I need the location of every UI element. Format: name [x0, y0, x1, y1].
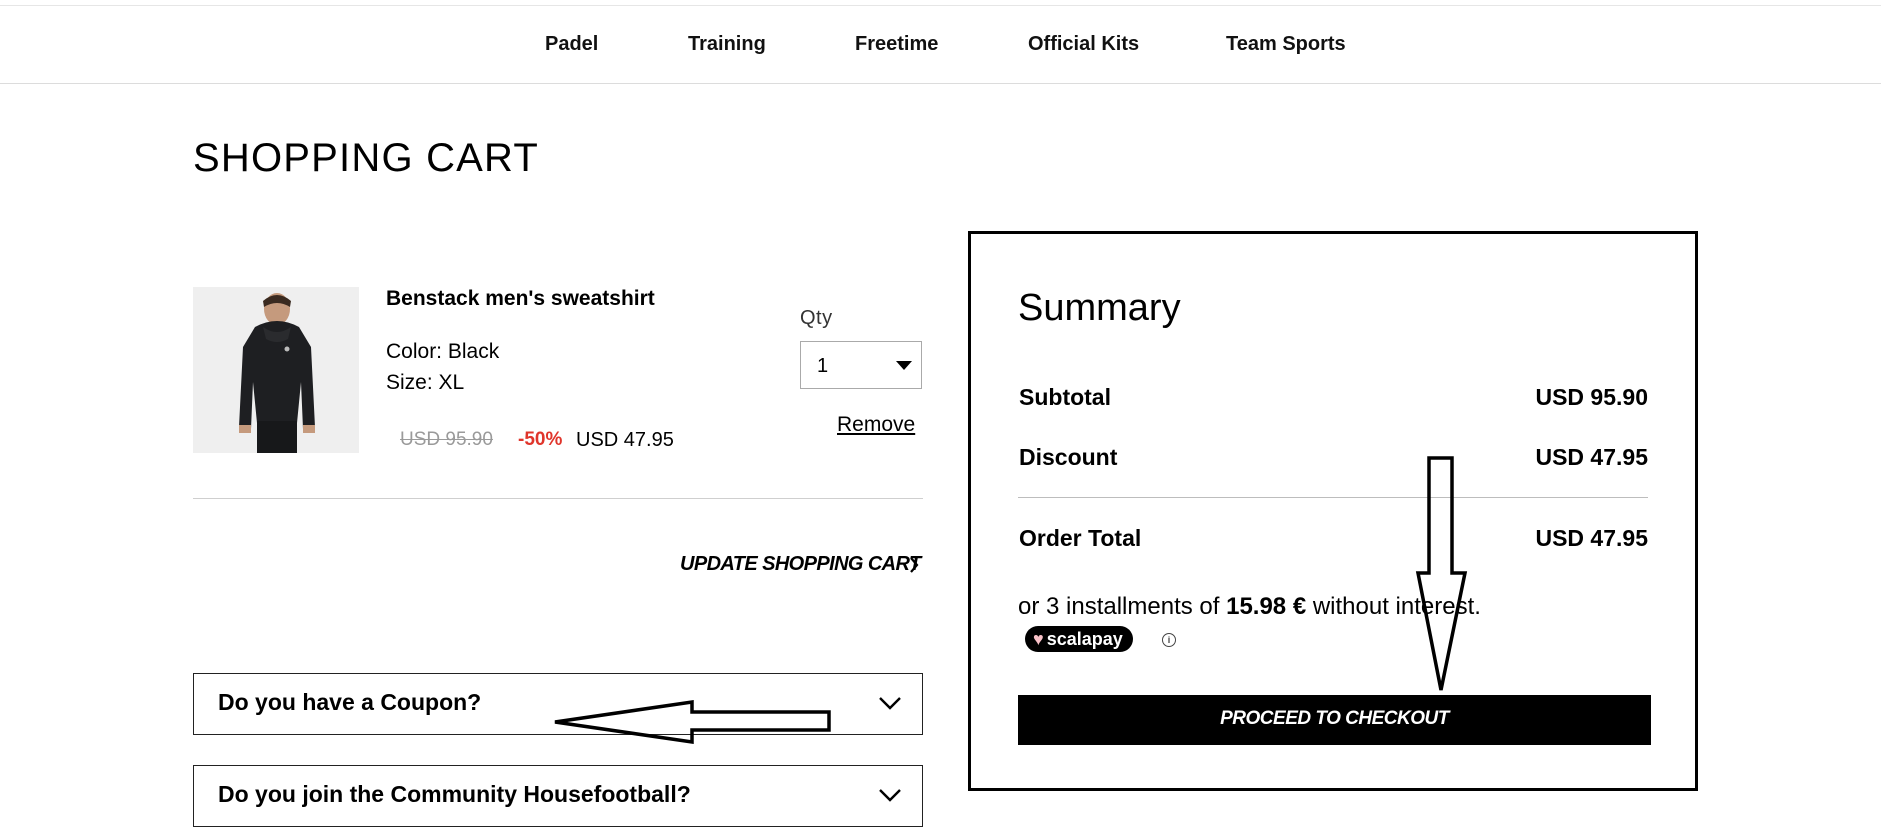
- sale-price: USD 47.95: [576, 429, 674, 451]
- nav-item-training[interactable]: Training: [688, 33, 766, 56]
- proceed-to-checkout-button[interactable]: PROCEED TO CHECKOUT: [1018, 695, 1651, 745]
- chevron-down-icon: [879, 789, 901, 802]
- hoodie-product-photo: [193, 287, 359, 453]
- coupon-accordion-label: Do you have a Coupon?: [218, 689, 482, 715]
- caret-down-icon: [896, 361, 912, 370]
- category-nav: Padel Training Freetime Official Kits Te…: [0, 5, 1881, 84]
- nav-item-team-sports[interactable]: Team Sports: [1226, 33, 1346, 56]
- product-color: Color: Black: [386, 340, 500, 363]
- discount-label: Discount: [1019, 444, 1118, 470]
- cart-divider: [193, 498, 923, 499]
- nav-item-official-kits[interactable]: Official Kits: [1028, 33, 1139, 56]
- scalapay-label: scalapay: [1046, 629, 1123, 649]
- installments-amount: 15.98 €: [1226, 593, 1307, 620]
- heart-icon: ♥: [1033, 629, 1044, 649]
- original-price: USD 95.90: [400, 429, 493, 450]
- discount-value: USD 47.95: [1535, 444, 1648, 470]
- community-accordion[interactable]: Do you join the Community Housefootball?: [193, 765, 923, 827]
- summary-title: Summary: [1018, 287, 1181, 329]
- installments-prefix: or 3 installments of: [1018, 593, 1227, 620]
- product-name[interactable]: Benstack men's sweatshirt: [386, 287, 655, 311]
- scalapay-badge[interactable]: ♥ scalapay: [1025, 626, 1133, 652]
- page-title: SHOPPING CART: [193, 136, 540, 180]
- discount-percent: -50%: [518, 429, 563, 450]
- installments-text: or 3 installments of 15.98 € without int…: [1018, 593, 1481, 621]
- chevron-down-icon: [879, 697, 901, 710]
- checkout-label: PROCEED TO CHECKOUT: [1220, 708, 1449, 729]
- installments-suffix: without interest.: [1306, 593, 1481, 620]
- info-icon[interactable]: i: [1162, 633, 1176, 647]
- nav-item-freetime[interactable]: Freetime: [855, 33, 938, 56]
- order-total-label: Order Total: [1019, 525, 1142, 551]
- subtotal-value: USD 95.90: [1535, 384, 1648, 410]
- community-accordion-label: Do you join the Community Housefootball?: [218, 781, 691, 807]
- order-summary: Summary Subtotal USD 95.90 Discount USD …: [968, 231, 1698, 791]
- update-cart-button[interactable]: UPDATE SHOPPING CART: [680, 550, 923, 580]
- product-image[interactable]: [193, 287, 359, 453]
- update-cart-label: UPDATE SHOPPING CART: [680, 553, 921, 575]
- coupon-accordion[interactable]: Do you have a Coupon?: [193, 673, 923, 735]
- summary-divider: [1018, 497, 1648, 498]
- chevron-right-icon: [910, 557, 919, 573]
- order-total-value: USD 47.95: [1535, 525, 1648, 551]
- qty-label: Qty: [800, 307, 833, 329]
- nav-item-padel[interactable]: Padel: [545, 33, 598, 56]
- qty-select[interactable]: 1: [800, 341, 922, 389]
- qty-value: 1: [817, 355, 829, 377]
- remove-link[interactable]: Remove: [837, 413, 915, 437]
- product-size: Size: XL: [386, 371, 465, 394]
- subtotal-label: Subtotal: [1019, 384, 1111, 410]
